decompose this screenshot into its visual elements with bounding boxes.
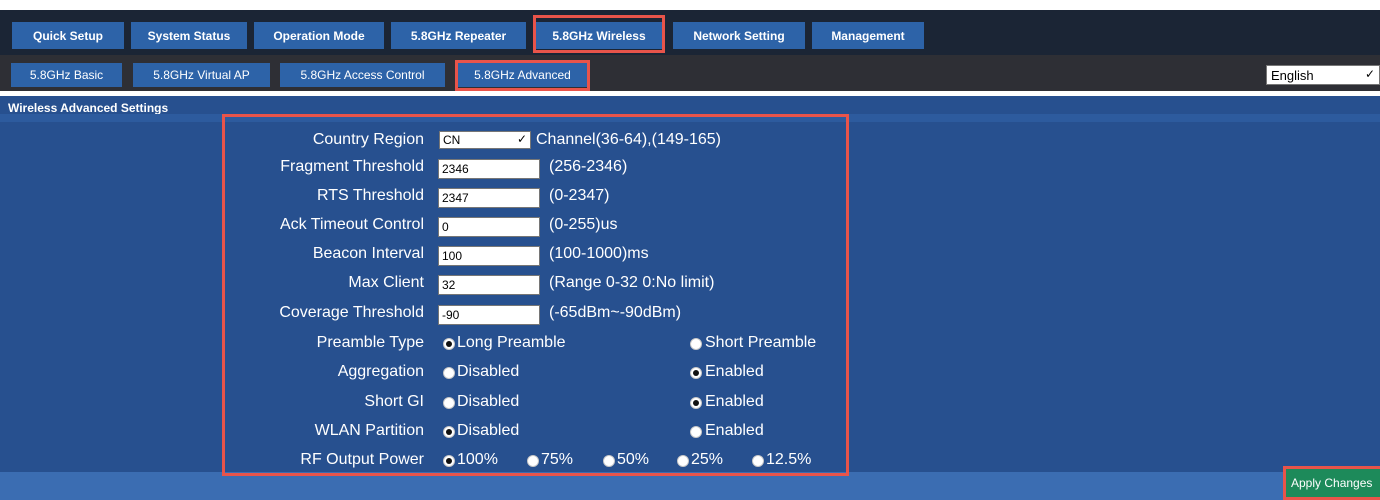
radio-power-100[interactable]	[443, 455, 455, 467]
aggregation-label: Aggregation	[337, 363, 424, 380]
power-12-5-label: 12.5%	[766, 451, 812, 468]
tab-quick-setup[interactable]: Quick Setup	[12, 22, 124, 49]
radio-power-25[interactable]	[677, 455, 689, 467]
rf-output-power-label: RF Output Power	[300, 451, 424, 468]
tab-system-status[interactable]: System Status	[131, 22, 247, 49]
fragment-threshold-input[interactable]: 2346	[438, 159, 540, 179]
aggregation-disabled-label: Disabled	[457, 363, 520, 380]
section-title: Wireless Advanced Settings	[8, 101, 169, 115]
ack-timeout-hint: (0-255)us	[549, 216, 618, 233]
tab-network-setting[interactable]: Network Setting	[673, 22, 805, 49]
tab-5-8ghz-repeater[interactable]: 5.8GHz Repeater	[391, 22, 526, 49]
short-gi-enabled-label: Enabled	[705, 393, 764, 410]
beacon-interval-hint: (100-1000)ms	[549, 245, 649, 262]
apply-changes-button[interactable]: Apply Changes	[1283, 466, 1380, 500]
tab-operation-mode[interactable]: Operation Mode	[254, 22, 384, 49]
coverage-threshold-hint: (-65dBm~-90dBm)	[549, 304, 682, 321]
radio-aggregation-enabled[interactable]	[690, 367, 702, 379]
coverage-threshold-label: Coverage Threshold	[279, 304, 424, 321]
power-25-label: 25%	[691, 451, 724, 468]
wlan-partition-label: WLAN Partition	[314, 422, 424, 439]
power-75-label: 75%	[541, 451, 574, 468]
beacon-interval-label: Beacon Interval	[312, 245, 424, 262]
subtab-5-8ghz-virtual-ap[interactable]: 5.8GHz Virtual AP	[133, 63, 270, 87]
wlan-partition-disabled-label: Disabled	[457, 422, 520, 439]
subtab-5-8ghz-access-control[interactable]: 5.8GHz Access Control	[280, 63, 445, 87]
router-settings-page: Quick Setup System Status Operation Mode…	[0, 0, 1380, 500]
short-gi-disabled-label: Disabled	[457, 393, 520, 410]
country-region-value: CN	[443, 133, 461, 147]
radio-power-50[interactable]	[603, 455, 615, 467]
subtab-5-8ghz-advanced[interactable]: 5.8GHz Advanced	[457, 63, 588, 87]
short-preamble-label: Short Preamble	[705, 334, 817, 351]
coverage-threshold-input[interactable]: -90	[438, 305, 540, 325]
country-region-hint: Channel(36-64),(149-165)	[536, 131, 721, 148]
fragment-threshold-hint: (256-2346)	[549, 158, 628, 175]
rts-threshold-label: RTS Threshold	[316, 187, 424, 204]
radio-short-preamble[interactable]	[690, 338, 702, 350]
preamble-type-label: Preamble Type	[316, 334, 424, 351]
max-client-label: Max Client	[348, 274, 424, 291]
aggregation-enabled-label: Enabled	[705, 363, 764, 380]
apply-changes-label: Apply Changes	[1291, 476, 1373, 490]
rts-threshold-input[interactable]: 2347	[438, 188, 540, 208]
radio-wlan-partition-disabled[interactable]	[443, 426, 455, 438]
tab-5-8ghz-wireless[interactable]: 5.8GHz Wireless	[536, 22, 662, 49]
power-100-label: 100%	[457, 451, 498, 468]
radio-short-gi-disabled[interactable]	[443, 397, 455, 409]
language-select[interactable]: English ✓	[1266, 65, 1380, 85]
wlan-partition-enabled-label: Enabled	[705, 422, 764, 439]
ack-timeout-input[interactable]: 0	[438, 217, 540, 237]
max-client-hint: (Range 0-32 0:No limit)	[549, 274, 715, 291]
chevron-down-icon: ✓	[516, 132, 527, 146]
power-50-label: 50%	[617, 451, 650, 468]
radio-aggregation-disabled[interactable]	[443, 367, 455, 379]
radio-power-12-5[interactable]	[752, 455, 764, 467]
long-preamble-label: Long Preamble	[457, 334, 566, 351]
chevron-down-icon: ✓	[1364, 67, 1375, 81]
footer-bar	[0, 472, 1380, 500]
tab-management[interactable]: Management	[812, 22, 924, 49]
beacon-interval-input[interactable]: 100	[438, 246, 540, 266]
radio-short-gi-enabled[interactable]	[690, 397, 702, 409]
country-region-select[interactable]: CN ✓	[439, 131, 531, 149]
subtab-5-8ghz-basic[interactable]: 5.8GHz Basic	[11, 63, 122, 87]
fragment-threshold-label: Fragment Threshold	[280, 158, 424, 175]
radio-power-75[interactable]	[527, 455, 539, 467]
radio-long-preamble[interactable]	[443, 338, 455, 350]
max-client-input[interactable]: 32	[438, 275, 540, 295]
country-region-label: Country Region	[312, 131, 424, 148]
ack-timeout-label: Ack Timeout Control	[279, 216, 424, 233]
radio-wlan-partition-enabled[interactable]	[690, 426, 702, 438]
short-gi-label: Short GI	[364, 393, 424, 410]
rts-threshold-hint: (0-2347)	[549, 187, 610, 204]
language-select-value: English	[1271, 67, 1314, 83]
